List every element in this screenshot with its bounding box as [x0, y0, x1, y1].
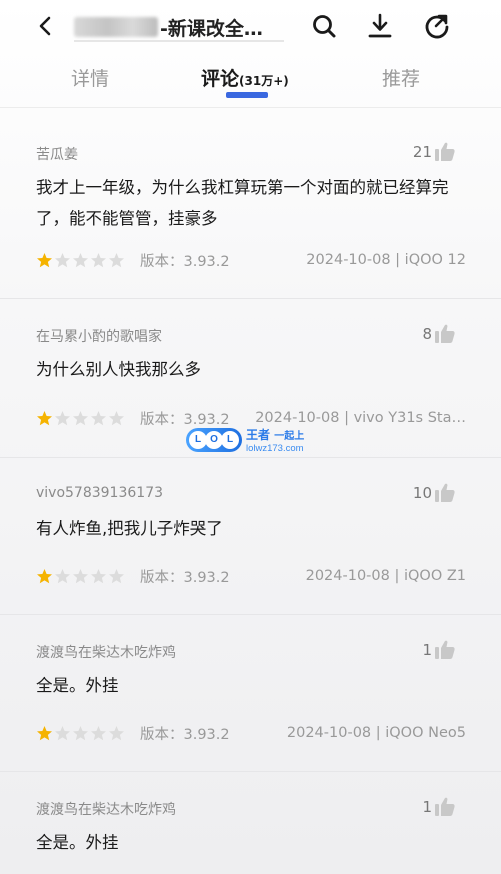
review-username: 在马累小酌的歌唱家 — [36, 329, 162, 345]
review-date-device: 2024-10-08 | iQOO Neo5 — [286, 725, 466, 741]
tab-comments[interactable]: 评论(31万+) — [201, 64, 289, 91]
watermark-badge: L O L — [186, 428, 242, 452]
title-underline — [74, 40, 284, 42]
star-empty-icon — [73, 568, 88, 583]
review-meta: 版本：3.93.2 2024-10-08 | iQOO 12 — [36, 250, 466, 270]
like-button[interactable]: 1 — [422, 797, 455, 816]
review-text: 为什么别人快我那么多 — [36, 360, 201, 379]
star-empty-icon — [55, 410, 70, 425]
watermark-logo: L O L 王者 一起上 lolwz173.com — [186, 426, 326, 458]
share-icon[interactable] — [423, 12, 451, 40]
review-item: 在马累小酌的歌唱家 8 为什么别人快我那么多 版本：3.93.2 2024-10… — [36, 324, 466, 436]
review-version: 版本：3.93.2 — [140, 726, 230, 743]
review-divider — [0, 771, 501, 772]
star-rating — [36, 725, 125, 742]
active-tab-indicator — [226, 92, 268, 98]
like-button[interactable]: 21 — [413, 142, 455, 161]
like-button[interactable]: 1 — [422, 640, 455, 659]
star-rating — [36, 568, 125, 585]
watermark-title: 王者 一起上 — [246, 428, 305, 442]
like-count: 1 — [422, 797, 432, 816]
back-icon[interactable] — [34, 14, 58, 38]
review-item: 渡渡鸟在柴达木吃炸鸡 1 全是。外挂 版本：3.93.2 2024-10-08 … — [36, 640, 466, 752]
review-divider — [0, 298, 501, 299]
blurred-title-prefix — [74, 17, 158, 37]
star-empty-icon — [73, 252, 88, 267]
screen: -新课改全… 详情 评论(31万+) 推荐 苦瓜姜 21 我才上一年级，为什么我… — [0, 0, 501, 874]
tab-bar: 详情 评论(31万+) 推荐 — [0, 56, 501, 108]
thumbs-up-icon — [435, 142, 455, 161]
review-date-device: 2024-10-08 | vivo Y31s Sta… — [255, 410, 466, 426]
star-empty-icon — [55, 568, 70, 583]
star-empty-icon — [55, 725, 70, 740]
review-item: vivo57839136173 10 有人炸鱼,把我儿子炸哭了 版本：3.93.… — [36, 483, 466, 595]
review-version: 版本：3.93.2 — [140, 569, 230, 586]
star-empty-icon — [109, 252, 124, 267]
star-empty-icon — [91, 568, 106, 583]
tab-comments-count: (31万+) — [239, 74, 289, 88]
review-date-device: 2024-10-08 | iQOO Z1 — [305, 568, 466, 584]
top-bar: -新课改全… — [0, 0, 501, 52]
star-empty-icon — [91, 725, 106, 740]
like-count: 8 — [422, 324, 432, 343]
app-title: -新课改全… — [74, 14, 263, 40]
like-count: 10 — [412, 483, 432, 502]
like-count: 21 — [412, 142, 432, 161]
star-empty-icon — [109, 568, 124, 583]
star-rating — [36, 252, 125, 269]
thumbs-up-icon — [435, 324, 455, 343]
review-text: 我才上一年级，为什么我杠算玩第一个对面的就已经算完了，能不能管管，挂豪多 — [36, 178, 449, 228]
review-item: 苦瓜姜 21 我才上一年级，为什么我杠算玩第一个对面的就已经算完了，能不能管管，… — [36, 142, 466, 284]
search-icon[interactable] — [310, 12, 338, 40]
review-meta: 版本：3.93.2 2024-10-08 | iQOO Neo5 — [36, 723, 466, 743]
thumbs-up-icon — [435, 797, 455, 816]
review-item: 渡渡鸟在柴达木吃炸鸡 1 全是。外挂 — [36, 797, 461, 869]
review-text: 全是。外挂 — [36, 833, 119, 852]
star-empty-icon — [73, 410, 88, 425]
star-filled-icon — [37, 410, 52, 425]
star-empty-icon — [109, 410, 124, 425]
tab-details[interactable]: 详情 — [71, 64, 109, 91]
like-button[interactable]: 8 — [422, 324, 455, 343]
review-date-device: 2024-10-08 | iQOO 12 — [306, 252, 466, 268]
star-empty-icon — [55, 252, 70, 267]
review-meta: 版本：3.93.2 2024-10-08 | iQOO Z1 — [36, 566, 466, 586]
like-button[interactable]: 10 — [413, 483, 455, 502]
star-empty-icon — [109, 725, 124, 740]
star-filled-icon — [37, 725, 52, 740]
star-filled-icon — [37, 252, 52, 267]
app-title-text: -新课改全… — [160, 17, 263, 40]
tab-recommend[interactable]: 推荐 — [382, 64, 420, 91]
download-icon[interactable] — [366, 12, 394, 40]
review-username: 渡渡鸟在柴达木吃炸鸡 — [36, 645, 176, 661]
star-empty-icon — [91, 252, 106, 267]
review-version: 版本：3.93.2 — [140, 253, 230, 270]
tab-comments-label: 评论 — [201, 68, 240, 90]
star-empty-icon — [91, 410, 106, 425]
review-divider — [0, 614, 501, 615]
review-text: 有人炸鱼,把我儿子炸哭了 — [36, 519, 223, 538]
tabs-divider — [0, 107, 501, 108]
star-filled-icon — [37, 568, 52, 583]
review-meta: 版本：3.93.2 2024-10-08 | vivo Y31s Sta… — [36, 408, 466, 428]
thumbs-up-icon — [435, 640, 455, 659]
thumbs-up-icon — [435, 483, 455, 502]
star-empty-icon — [73, 725, 88, 740]
review-username: 苦瓜姜 — [36, 147, 78, 163]
like-count: 1 — [422, 640, 432, 659]
watermark-url: lolwz173.com — [246, 443, 304, 454]
review-username: vivo57839136173 — [36, 485, 164, 501]
review-text: 全是。外挂 — [36, 676, 119, 695]
star-rating — [36, 410, 125, 427]
review-username: 渡渡鸟在柴达木吃炸鸡 — [36, 802, 176, 818]
